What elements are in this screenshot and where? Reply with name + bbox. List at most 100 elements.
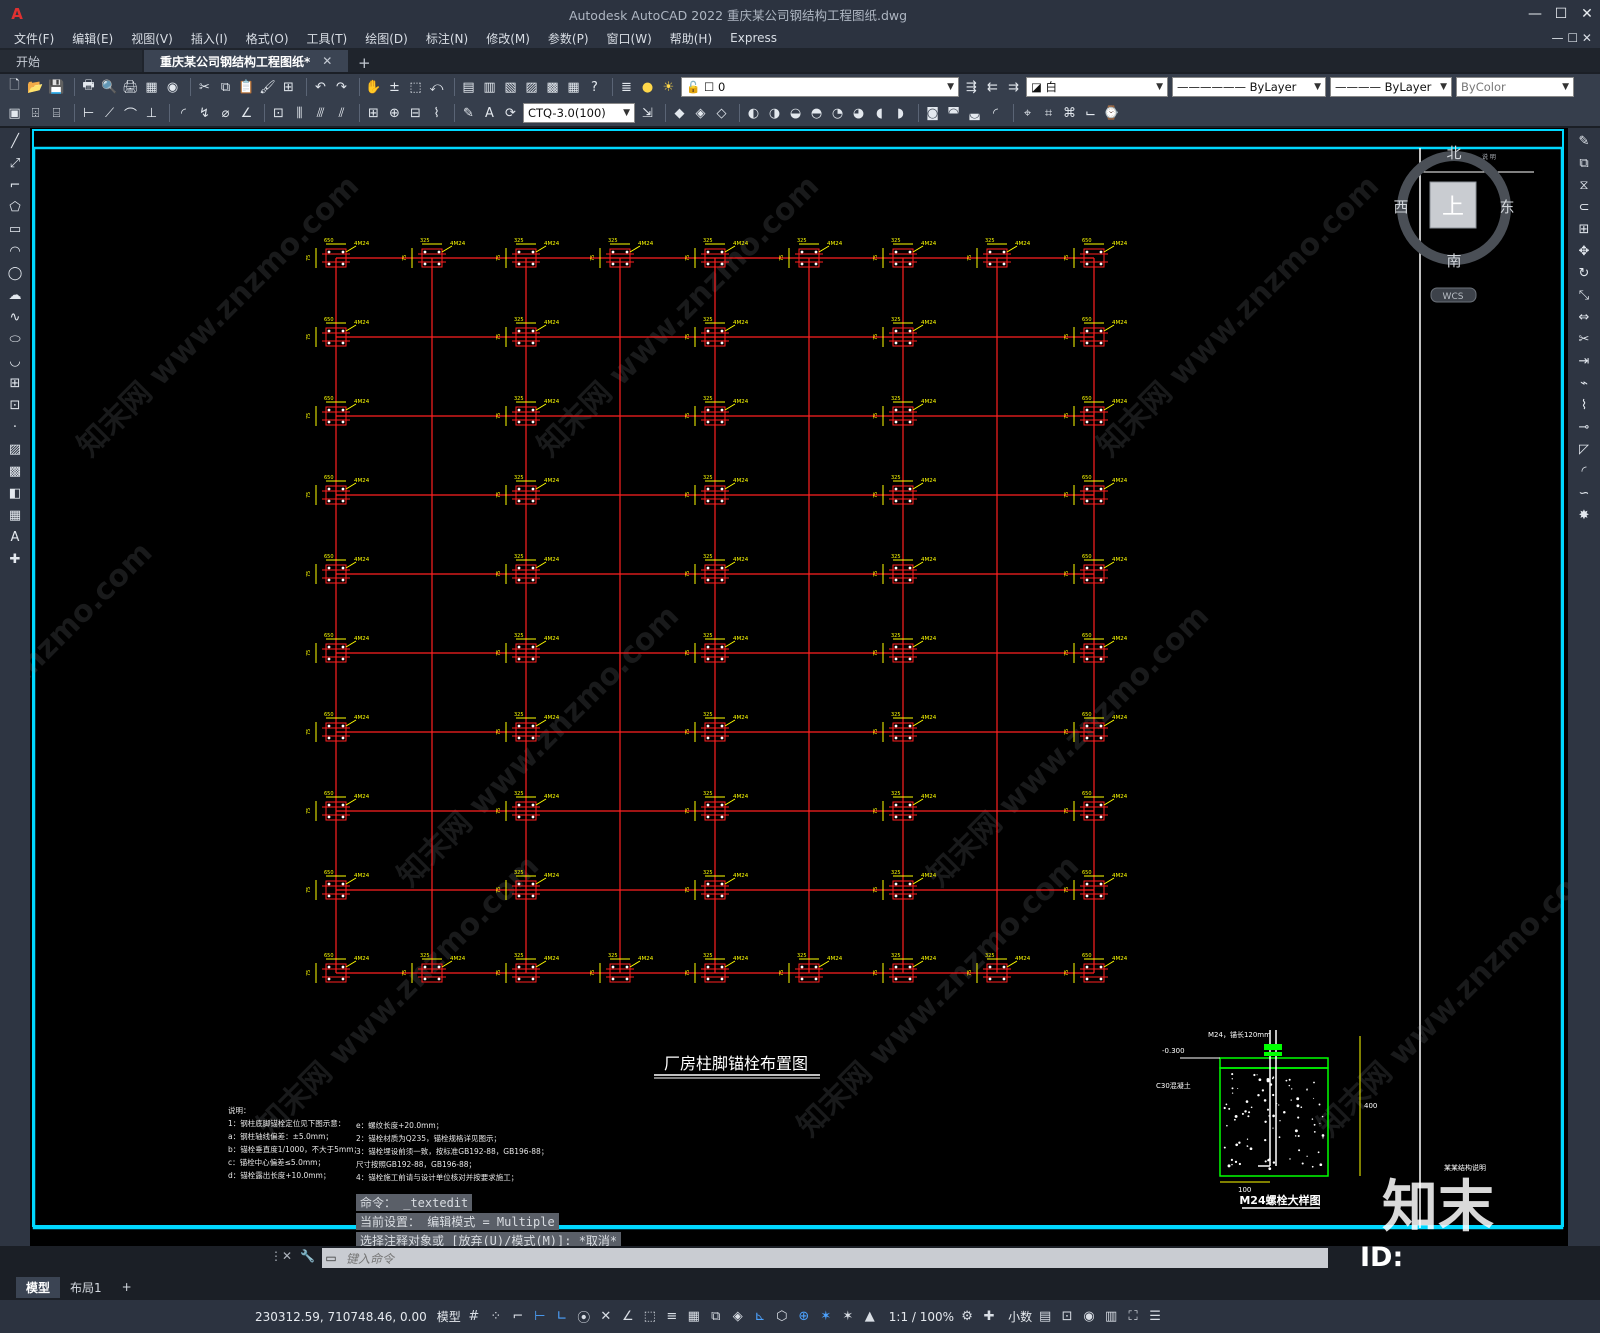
lineweight-icon[interactable]: ≡: [663, 1309, 681, 1324]
calculator-icon[interactable]: ▦: [143, 79, 160, 95]
undo-icon[interactable]: ↶: [312, 79, 329, 95]
chamfer-icon[interactable]: ◸: [1576, 442, 1593, 458]
layer-properties-icon[interactable]: ≣: [618, 79, 635, 95]
cut-icon[interactable]: ✂: [196, 79, 213, 95]
rectangle-icon[interactable]: ▭: [7, 222, 24, 238]
copy-object-icon[interactable]: ⧉: [1576, 156, 1593, 172]
make-current-layer-icon[interactable]: ⇶: [963, 79, 980, 95]
ellipse-arc-icon[interactable]: ◡: [7, 354, 24, 370]
model-space-canvas[interactable]: 知末网 www.znzmo.com 知末网 www.znzmo.com 知末网 …: [1, 128, 1600, 1249]
infer-constraints-icon[interactable]: ⌐: [509, 1309, 527, 1324]
customization-icon[interactable]: ☰: [1146, 1309, 1164, 1324]
box-icon[interactable]: ◆: [671, 105, 688, 121]
polar-icon[interactable]: ⦿: [575, 1307, 593, 1326]
publish-icon[interactable]: 🖨: [122, 79, 139, 95]
markup-icon[interactable]: ▩: [544, 79, 561, 95]
diameter-dim-icon[interactable]: ⌀: [217, 105, 234, 121]
object-snap-icon[interactable]: ⬚: [641, 1309, 659, 1324]
autocad-logo-icon[interactable]: A: [0, 5, 34, 23]
slice-icon[interactable]: ◓: [808, 105, 825, 121]
ucs-view-icon[interactable]: ⌙: [1082, 105, 1099, 121]
match-properties-icon[interactable]: 🖌: [259, 79, 276, 95]
break-icon[interactable]: ⌇: [1576, 398, 1593, 414]
ucs-object-icon[interactable]: ⌚: [1103, 105, 1120, 121]
menu-insert[interactable]: 插入(I): [191, 30, 228, 47]
redo-icon[interactable]: ↷: [333, 79, 350, 95]
new-file-icon[interactable]: 🗋: [6, 78, 23, 95]
explode-icon[interactable]: ✸: [1576, 508, 1593, 524]
add-layout-button[interactable]: +: [112, 1278, 142, 1296]
layer-state-icon[interactable]: ⇉: [1005, 79, 1022, 95]
pan-icon[interactable]: ✋: [365, 79, 382, 95]
auto-scale-icon[interactable]: ✶: [839, 1309, 857, 1324]
tab-layout1[interactable]: 布局1: [60, 1277, 112, 1298]
erase-icon[interactable]: ✎: [1576, 134, 1593, 150]
circle-icon[interactable]: ◯: [7, 266, 24, 282]
quickcalc-icon[interactable]: ▦: [565, 79, 582, 95]
gizmo-icon[interactable]: ⊕: [795, 1309, 813, 1324]
color-combo[interactable]: ◪ 白 ▼: [1026, 77, 1168, 97]
offset-icon[interactable]: ⊂: [1576, 200, 1593, 216]
open-file-icon[interactable]: 📂: [27, 79, 44, 95]
break-at-point-icon[interactable]: ⌁: [1576, 376, 1593, 392]
union-icon[interactable]: ◐: [745, 105, 762, 121]
selection-filter-icon[interactable]: ⬡: [773, 1309, 791, 1324]
add-selected-icon[interactable]: ✚: [7, 552, 24, 568]
print-icon[interactable]: 🖶: [80, 78, 97, 95]
clean-screen-icon[interactable]: ⛶: [1124, 1309, 1142, 1324]
dim-edit-icon[interactable]: ✎: [460, 105, 477, 121]
scale-icon[interactable]: ⤡: [1576, 288, 1593, 304]
object-snap-tracking-icon[interactable]: ∠: [619, 1309, 637, 1324]
materials-icon[interactable]: ◛: [966, 105, 983, 121]
workspace-gear-icon[interactable]: ⚙: [958, 1309, 976, 1324]
interference-icon[interactable]: ◕: [850, 105, 867, 121]
quick-dim-icon[interactable]: ⊡: [270, 105, 287, 121]
block-editor-icon[interactable]: ⊞: [280, 79, 297, 95]
web-icon[interactable]: ◉: [164, 79, 181, 95]
trim-icon[interactable]: ✂: [1576, 332, 1593, 348]
point-icon[interactable]: ·: [7, 420, 24, 436]
minimize-button[interactable]: —: [1522, 6, 1548, 22]
polygon-icon[interactable]: ⬠: [7, 200, 24, 216]
zoom-window-icon[interactable]: ⬚: [407, 79, 424, 95]
wrench-icon[interactable]: 🔧: [300, 1249, 315, 1263]
linear-dim-icon[interactable]: ⊢: [80, 105, 97, 121]
menu-window[interactable]: 窗口(W): [607, 30, 652, 47]
dimstyle-combo[interactable]: CTQ-3.0(100) ▼: [523, 103, 635, 123]
close-icon[interactable]: ✕: [282, 1249, 292, 1263]
insert-block-icon[interactable]: ⊞: [7, 376, 24, 392]
fillet-icon[interactable]: ◜: [1576, 464, 1593, 480]
compass-east[interactable]: 东: [1499, 198, 1514, 216]
menu-format[interactable]: 格式(O): [246, 30, 289, 47]
print-preview-icon[interactable]: 🔍: [101, 79, 118, 95]
workspace-icon[interactable]: ▣: [6, 105, 23, 121]
continue-dim-icon[interactable]: ⫻: [312, 105, 329, 121]
maximize-button[interactable]: ☐: [1548, 6, 1574, 22]
spline-icon[interactable]: ∿: [7, 310, 24, 326]
baseline-dim-icon[interactable]: ⫼: [291, 105, 308, 121]
compass-north[interactable]: 北: [1446, 144, 1461, 162]
join-icon[interactable]: ⊸: [1576, 420, 1593, 436]
coordinate-readout[interactable]: 230312.59, 710748.46, 0.00: [255, 1310, 427, 1324]
layer-iso-icon[interactable]: ⌸: [48, 105, 65, 121]
linetype-combo[interactable]: —————— ByLayer ▼: [1172, 77, 1326, 97]
region-icon[interactable]: ◧: [7, 486, 24, 502]
zoom-realtime-icon[interactable]: ±: [386, 79, 403, 95]
revision-cloud-icon[interactable]: ☁: [7, 288, 24, 304]
model-space-toggle[interactable]: 模型: [437, 1308, 461, 1325]
selection-cycling-icon[interactable]: ⧉: [707, 1309, 725, 1324]
radius-dim-icon[interactable]: ◜: [175, 105, 192, 121]
menu-parametric[interactable]: 参数(P): [548, 30, 589, 47]
layer-combo[interactable]: 🔓 ☐ 0 ▼: [681, 77, 959, 97]
tolerance-icon[interactable]: ⊞: [365, 105, 382, 121]
zoom-previous-icon[interactable]: ⤺: [428, 79, 445, 95]
paste-icon[interactable]: 📋: [238, 79, 255, 95]
graphics-performance-icon[interactable]: ▥: [1102, 1309, 1120, 1324]
move-icon[interactable]: ✥: [1576, 244, 1593, 260]
new-tab-button[interactable]: +: [350, 54, 378, 72]
dim-style-icon[interactable]: ⇲: [639, 105, 656, 121]
make-block-icon[interactable]: ⊡: [7, 398, 24, 414]
render-icon[interactable]: ◚: [945, 105, 962, 121]
aligned-dim-icon[interactable]: ⟋: [101, 105, 118, 121]
layer-thaw-icon[interactable]: ☀: [660, 79, 677, 95]
